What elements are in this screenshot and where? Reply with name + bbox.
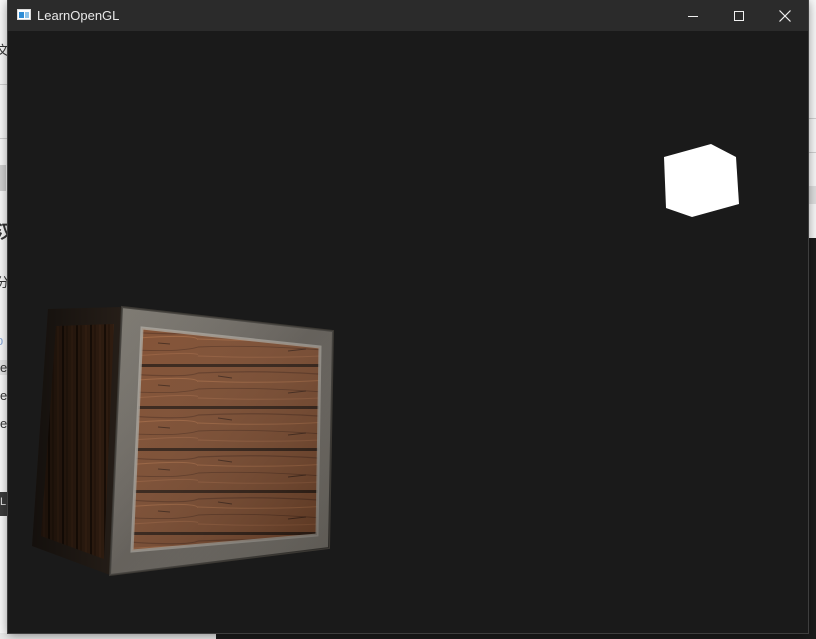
app-window[interactable]: LearnOpenGL: [8, 0, 808, 633]
render-scene: [32, 144, 739, 577]
light-cube: [664, 144, 739, 217]
light-source-cube: [664, 144, 739, 217]
opengl-window-icon[interactable]: [17, 9, 31, 20]
background-status-text: L: [0, 496, 7, 508]
container-cube: [32, 305, 335, 577]
close-icon: [779, 9, 791, 22]
maximize-button[interactable]: [716, 0, 762, 31]
opengl-viewport[interactable]: [8, 31, 808, 633]
background-row: e: [0, 416, 8, 431]
background-row: e: [0, 388, 8, 403]
minimize-icon: [688, 15, 698, 17]
title-bar[interactable]: LearnOpenGL: [8, 0, 808, 31]
background-link: p: [0, 333, 3, 348]
background-divider: [808, 118, 816, 119]
background-dark-panel: [216, 633, 816, 639]
background-button: [808, 186, 816, 204]
close-button[interactable]: [762, 0, 808, 31]
background-dark-panel: [808, 238, 816, 639]
maximize-icon: [734, 10, 744, 21]
window-title: LearnOpenGL: [37, 8, 120, 23]
background-button: [0, 165, 6, 191]
minimize-button[interactable]: [670, 0, 716, 31]
background-divider: [808, 152, 816, 153]
